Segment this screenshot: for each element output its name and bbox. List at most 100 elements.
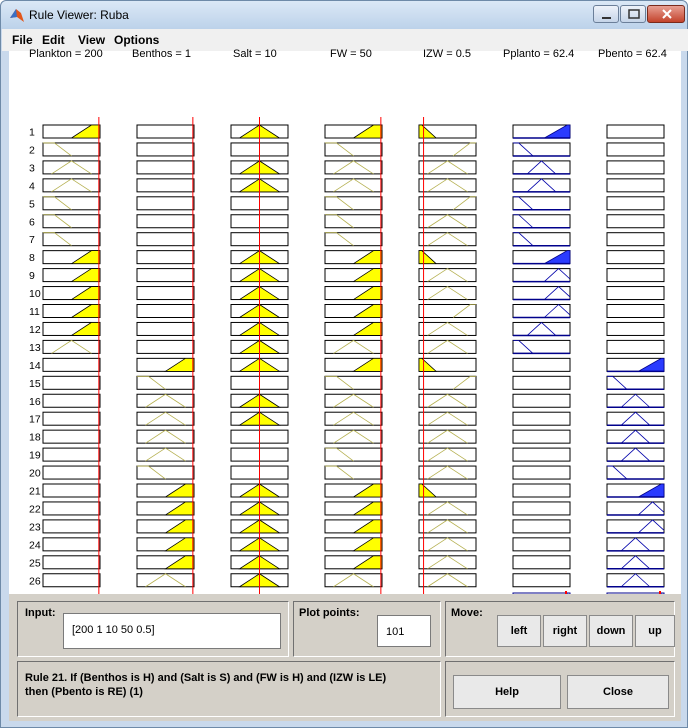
move-up-button[interactable]: up [635,615,675,647]
rule-number: 6 [29,216,35,228]
rule-number: 22 [29,503,41,515]
mf-cell-pbento [606,519,665,534]
mf-cell-pbento [606,339,665,354]
mf-cell-benthos [136,393,195,408]
rule-viewer-window: Rule Viewer: Ruba File Edit View Options… [0,0,688,728]
input-label: Input: [25,607,56,619]
mf-cell-fw [324,393,383,408]
mf-cell-plankton [42,357,101,372]
rule-number: 1 [29,127,35,139]
mf-cell-benthos [136,196,195,211]
move-label: Move: [451,607,483,619]
rule-number: 4 [29,180,35,192]
mf-cell-pplanto [512,357,571,372]
mf-cell-fw [324,196,383,211]
rule-grid[interactable]: 1234567891011121314151617181920212223242… [1,1,688,601]
mf-cell-pbento [606,250,665,265]
mf-cell-pplanto [512,555,571,570]
mf-cell-izw [418,214,477,229]
move-down-button[interactable]: down [589,615,633,647]
mf-cell-pplanto [512,160,571,175]
mf-cell-pplanto [512,375,571,390]
mf-cell-pplanto [512,465,571,480]
rule-number: 8 [29,252,35,264]
mf-cell-pbento [606,178,665,193]
mf-cell-pbento [606,447,665,462]
mf-cell-pplanto [512,142,571,157]
mf-cell-plankton [42,411,101,426]
rule-number: 18 [29,432,41,444]
mf-cell-izw [418,268,477,283]
mf-cell-izw [418,429,477,444]
rule-number: 13 [29,342,41,354]
mf-cell-pbento [606,304,665,318]
mf-cell-pplanto [512,232,571,247]
mf-cell-pplanto [512,286,571,301]
mf-cell-pplanto [512,339,571,354]
mf-cell-pbento [606,375,665,390]
mf-cell-izw [418,339,477,354]
mf-cell-plankton [42,573,101,588]
move-left-button[interactable]: left [497,615,541,647]
rule-number: 2 [29,144,35,156]
mf-cell-pplanto [512,321,571,336]
plot-points-label: Plot points: [299,607,360,619]
mf-cell-fw [324,160,383,175]
mf-cell-plankton [42,429,101,444]
mf-cell-benthos [136,250,195,265]
mf-cell-plankton [42,214,101,229]
mf-cell-benthos [136,160,195,175]
close-button[interactable]: Close [567,675,669,709]
mf-cell-benthos [136,429,195,444]
mf-cell-pbento [606,411,665,426]
mf-cell-benthos [136,268,195,283]
mf-cell-fw [324,429,383,444]
mf-cell-plankton [42,160,101,175]
mf-cell-plankton [42,142,101,157]
plot-points-field[interactable]: 101 [377,615,431,647]
input-field[interactable]: [200 1 10 50 0.5] [63,613,281,649]
mf-cell-benthos [136,339,195,354]
rule-number: 7 [29,234,35,246]
mf-cell-benthos [136,321,195,336]
mf-cell-fw [324,447,383,462]
mf-cell-fw [324,465,383,480]
mf-cell-fw [324,142,383,157]
mf-cell-pplanto [512,411,571,426]
mf-cell-pbento [606,268,665,283]
move-right-button[interactable]: right [543,615,587,647]
mf-cell-pplanto [512,519,571,534]
mf-cell-fw [324,214,383,229]
mf-cell-benthos [136,411,195,426]
mf-cell-plankton [42,232,101,247]
mf-cell-pplanto [512,214,571,229]
mf-cell-pplanto [512,429,571,444]
help-button[interactable]: Help [453,675,561,709]
mf-cell-izw [418,465,477,480]
mf-cell-izw [418,232,477,247]
mf-cell-pplanto [512,573,571,588]
mf-cell-pbento [606,465,665,480]
mf-cell-pbento [606,286,665,301]
mf-cell-pbento [606,501,665,516]
rule-status-line1: Rule 21. If (Benthos is H) and (Salt is … [25,672,387,684]
mf-cell-plankton [42,465,101,480]
mf-cell-benthos [136,573,195,588]
mf-cell-benthos [136,286,195,301]
mf-cell-izw [418,537,477,552]
mf-cell-pbento [606,124,665,139]
mf-cell-plankton [42,537,101,552]
mf-cell-izw [418,160,477,175]
mf-cell-plankton [42,196,101,211]
mf-cell-benthos [136,304,195,318]
rule-number: 24 [29,539,41,551]
mf-cell-pbento [606,573,665,588]
mf-cell-pbento [606,393,665,408]
mf-cell-fw [324,375,383,390]
rule-number: 15 [29,378,41,390]
rule-number: 12 [29,324,41,336]
mf-cell-plankton [42,519,101,534]
rule-number: 19 [29,450,41,462]
mf-cell-plankton [42,375,101,390]
rule-number: 20 [29,468,41,480]
